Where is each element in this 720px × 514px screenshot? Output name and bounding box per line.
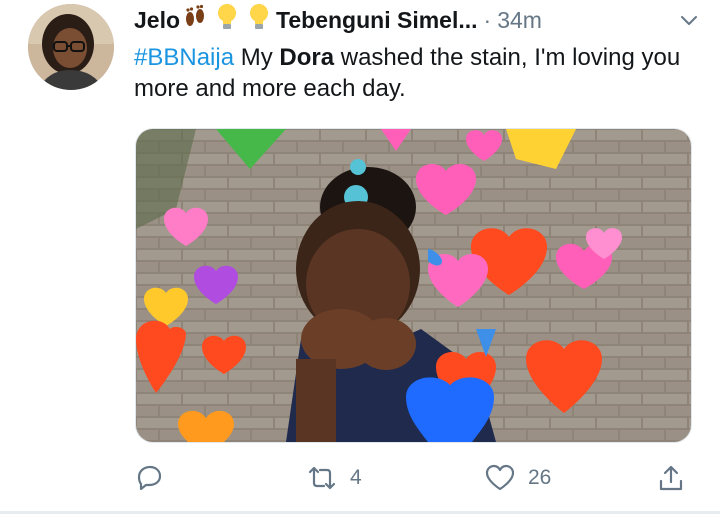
retweet-count: 4 — [350, 466, 362, 489]
tweet-media[interactable] — [135, 128, 692, 443]
retweet-icon — [306, 463, 338, 493]
feet-emoji — [182, 4, 208, 36]
tweet-text-pre: My — [234, 44, 280, 71]
heart-icon — [484, 463, 516, 493]
reply-button[interactable] — [134, 458, 164, 498]
timestamp[interactable]: 34m — [497, 7, 542, 34]
tweet-text-bold: Dora — [279, 44, 335, 71]
separator-dot: · — [483, 6, 492, 33]
tweet-text: #BBNaija My Dora washed the stain, I'm l… — [134, 42, 694, 104]
like-button[interactable]: 26 — [484, 458, 551, 498]
chevron-down-icon[interactable] — [674, 8, 704, 34]
tweet-header: Jelo Tebenguni Simel... · 34m — [134, 4, 704, 36]
tweet-actions: 4 26 — [134, 458, 694, 498]
retweet-button[interactable]: 4 — [306, 458, 362, 498]
hashtag-link[interactable]: #BBNaija — [134, 44, 234, 71]
lightbulb-emoji — [216, 3, 238, 37]
like-count: 26 — [528, 466, 552, 489]
avatar[interactable] — [28, 4, 114, 90]
share-icon — [656, 463, 686, 493]
avatar-image — [28, 4, 114, 90]
share-button[interactable] — [656, 458, 686, 498]
author-handle[interactable]: Tebenguni Simel... — [276, 7, 478, 34]
lightbulb-emoji — [248, 3, 270, 37]
media-image — [136, 129, 691, 442]
reply-icon — [134, 463, 164, 493]
author-name[interactable]: Jelo — [134, 7, 180, 34]
